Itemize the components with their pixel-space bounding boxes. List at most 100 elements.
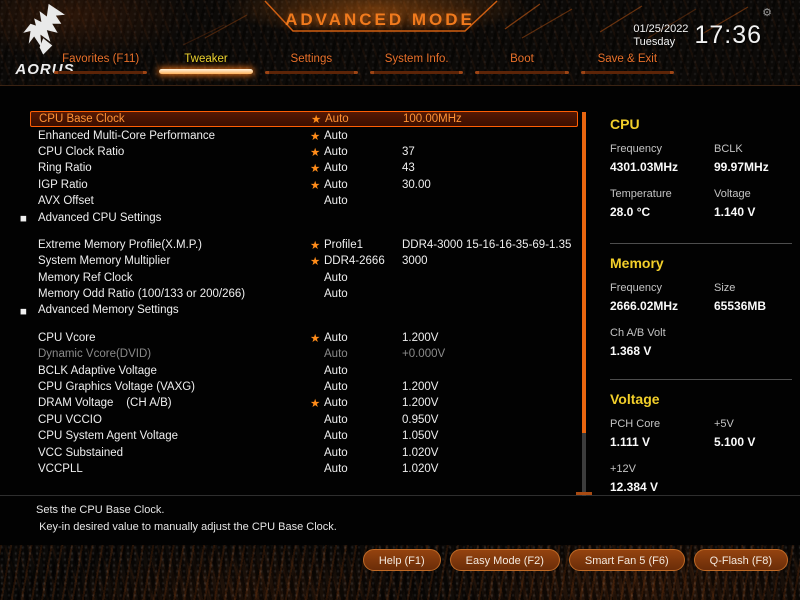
setting-row[interactable]: Dynamic Vcore(DVID) Auto +0.000V <box>30 346 578 362</box>
row-spacer <box>30 226 578 237</box>
tab-label: Boot <box>510 53 534 65</box>
setting-row[interactable]: IGP Ratio ★ Auto 30.00 <box>30 177 578 193</box>
setting-row[interactable]: VCC Substained Auto 1.020V <box>30 444 578 460</box>
setting-row[interactable]: ■ Advanced CPU Settings <box>20 209 578 226</box>
settings-list: CPU Base Clock ★ Auto 100.00MHz Enhanced Mul… <box>20 111 578 477</box>
setting-value: Auto <box>324 331 348 344</box>
help-line1: Sets the CPU Base Clock. <box>36 504 165 516</box>
favorite-star-icon: ★ <box>311 114 322 127</box>
setting-label: BCLK Adaptive Voltage <box>38 364 157 377</box>
page-title: ADVANCED MODE <box>285 10 475 29</box>
setting-value: Auto <box>324 162 348 175</box>
monitor-reading: PCH Core 1.111 V <box>610 418 714 449</box>
weekday-label: Tuesday <box>633 35 676 48</box>
setting-label: VCCPLL <box>38 463 83 475</box>
smart-fan-button[interactable]: Smart Fan 5 (F6) <box>568 549 685 571</box>
monitor-value: 2666.02MHz <box>610 299 679 313</box>
tab-label: Tweaker <box>184 53 228 65</box>
tab-underline <box>369 71 464 74</box>
tab-system-info[interactable]: System Info. <box>364 53 469 74</box>
setting-value: Auto <box>324 413 348 426</box>
bios-advanced-mode-screen: ADVANCED MODE AORUS 01/25/2022 Tuesday 1… <box>0 0 800 600</box>
sidebar-section-grid: Frequency 2666.02MHz Size 65536MB Ch A/B Vol… <box>610 282 792 358</box>
setting-row[interactable]: CPU System Agent Voltage Auto 1.050V <box>30 428 578 444</box>
datetime-display[interactable]: 01/25/2022 Tuesday 17:36 <box>633 21 762 50</box>
setting-row[interactable]: BCLK Adaptive Voltage Auto <box>30 362 578 378</box>
setting-row[interactable]: VCCPLL Auto 1.020V <box>30 461 578 477</box>
setting-row[interactable]: DRAM Voltage (CH A/B) ★ Auto 1.200V <box>30 395 578 411</box>
setting-row[interactable]: CPU Vcore ★ Auto 1.200V <box>30 330 578 346</box>
setting-value: Auto <box>324 430 348 443</box>
setting-label: Memory Ref Clock <box>38 271 133 284</box>
setting-label: Advanced Memory Settings <box>38 304 179 317</box>
setting-label: CPU Vcore <box>38 331 96 344</box>
setting-row[interactable]: CPU VCCIO Auto 0.950V <box>30 412 578 428</box>
setting-row[interactable]: Extreme Memory Profile(X.M.P.) ★ Profile1 D… <box>30 237 578 253</box>
favorite-star-icon: ★ <box>310 398 321 411</box>
setting-row[interactable]: AVX Offset Auto <box>30 193 578 209</box>
help-button[interactable]: Help (F1) <box>362 549 441 571</box>
favorite-star-icon: ★ <box>310 146 321 159</box>
sidebar-section-title: CPU <box>610 116 640 132</box>
help-text: Sets the CPU Base Clock. Key-in desired … <box>36 502 337 536</box>
monitor-reading: +12V 12.384 V <box>610 463 714 494</box>
monitor-reading: Frequency 2666.02MHz <box>610 282 714 313</box>
setting-row[interactable]: ■ Advanced Memory Settings <box>20 302 578 318</box>
monitor-value: 5.100 V <box>714 435 756 449</box>
sidebar-section-title: Memory <box>610 255 664 271</box>
setting-row[interactable]: System Memory Multiplier ★ DDR4-2666 3000 <box>30 253 578 269</box>
help-divider <box>0 495 800 496</box>
q-flash-button[interactable]: Q-Flash (F8) <box>693 549 788 571</box>
tab-settings[interactable]: Settings <box>259 53 364 74</box>
setting-extra-value: 1.200V <box>402 331 439 344</box>
monitor-reading: +5V 5.100 V <box>714 418 792 449</box>
setting-extra-value: +0.000V <box>402 348 446 361</box>
tab-underline <box>580 71 674 74</box>
voltage-monitor-panel: Voltage PCH Core 1.111 V +5V 5.100 V +12V 12.3… <box>610 380 792 494</box>
row-spacer <box>30 319 578 330</box>
favorite-star-icon: ★ <box>310 163 321 176</box>
tab-save-exit[interactable]: Save & Exit <box>575 53 680 74</box>
sidebar-section-grid: PCH Core 1.111 V +5V 5.100 V +12V 12.384 V <box>610 418 792 494</box>
setting-extra-value: DDR4-3000 15-16-16-35-69-1.35 <box>402 238 572 251</box>
setting-row[interactable]: Memory Ref Clock Auto <box>30 270 578 286</box>
tab-label: Favorites (F11) <box>62 53 140 65</box>
monitor-reading: BCLK 99.97MHz <box>714 143 792 174</box>
monitor-value: 1.140 V <box>714 205 756 219</box>
monitor-value: 1.368 V <box>610 344 652 358</box>
tab-label: Save & Exit <box>597 53 658 65</box>
setting-value: Auto <box>324 129 348 142</box>
tab-boot[interactable]: Boot <box>469 53 574 74</box>
setting-row[interactable]: CPU Base Clock ★ Auto 100.00MHz <box>30 111 578 128</box>
setting-label: Extreme Memory Profile(X.M.P.) <box>38 238 203 251</box>
tab-underline <box>54 71 148 74</box>
setting-extra-value: 1.200V <box>402 397 439 410</box>
tab-favorites[interactable]: Favorites (F11) <box>48 53 153 74</box>
favorite-star-icon: ★ <box>310 130 321 143</box>
hardware-monitor-sidebar: CPU Frequency 4301.03MHz BCLK 99.97MHz Temper… <box>610 116 792 494</box>
setting-value: Auto <box>324 381 348 394</box>
setting-value: Auto <box>324 348 348 361</box>
memory-monitor-panel: Memory Frequency 2666.02MHz Size 65536MB Ch A… <box>610 244 792 380</box>
tab-tweaker[interactable]: Tweaker <box>153 53 258 74</box>
sidebar-section-title: Voltage <box>610 391 660 407</box>
scrollbar-thumb[interactable] <box>582 112 586 433</box>
setting-row[interactable]: Enhanced Multi-Core Performance ★ Auto <box>30 127 578 143</box>
monitor-label: PCH Core <box>610 418 661 430</box>
monitor-label: Frequency <box>610 143 662 155</box>
setting-value: Auto <box>324 288 348 301</box>
setting-extra-value: 1.020V <box>402 446 439 459</box>
setting-value: Profile1 <box>324 238 363 251</box>
list-scrollbar[interactable] <box>582 112 586 496</box>
setting-label: CPU Graphics Voltage (VAXG) <box>38 381 196 394</box>
tab-underline <box>159 69 253 74</box>
favorite-star-icon: ★ <box>310 239 321 252</box>
easy-mode-button[interactable]: Easy Mode (F2) <box>449 549 560 571</box>
gear-icon[interactable]: ⚙ <box>762 6 772 19</box>
setting-extra-value: 1.200V <box>402 381 439 394</box>
setting-row[interactable]: CPU Clock Ratio ★ Auto 37 <box>30 144 578 160</box>
setting-row[interactable]: Memory Odd Ratio (100/133 or 200/266) Aut… <box>30 286 578 302</box>
favorite-star-icon: ★ <box>310 332 321 345</box>
setting-row[interactable]: CPU Graphics Voltage (VAXG) Auto 1.200V <box>30 379 578 395</box>
setting-row[interactable]: Ring Ratio ★ Auto 43 <box>30 160 578 176</box>
